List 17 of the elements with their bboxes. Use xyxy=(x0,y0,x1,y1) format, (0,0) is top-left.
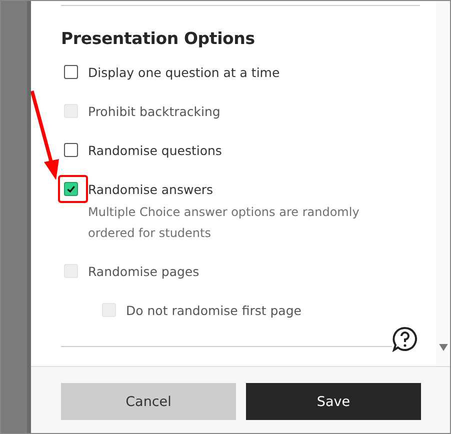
check-icon xyxy=(66,184,76,194)
checkbox-label: Randomise answers xyxy=(88,182,214,196)
checkbox-label: Prohibit backtracking xyxy=(88,104,220,118)
checkbox-label: Randomise pages xyxy=(88,264,200,278)
checkbox-label: Display one question at a time xyxy=(88,64,280,80)
checkbox-label: Do not randomise first page xyxy=(126,302,302,318)
checkbox-label: Randomise questions xyxy=(88,142,222,158)
save-button[interactable]: Save xyxy=(246,383,421,420)
highlight-box xyxy=(58,175,88,203)
help-icon[interactable] xyxy=(392,326,418,352)
checkbox[interactable] xyxy=(64,65,78,79)
option-description: Multiple Choice answer options are randomly ordered for students xyxy=(88,204,360,242)
scroll-down-icon[interactable] xyxy=(438,344,448,351)
checkbox[interactable] xyxy=(64,143,78,157)
cancel-button[interactable]: Cancel xyxy=(61,383,236,420)
checkbox[interactable] xyxy=(64,182,78,196)
section-title: Presentation Options xyxy=(61,29,256,48)
